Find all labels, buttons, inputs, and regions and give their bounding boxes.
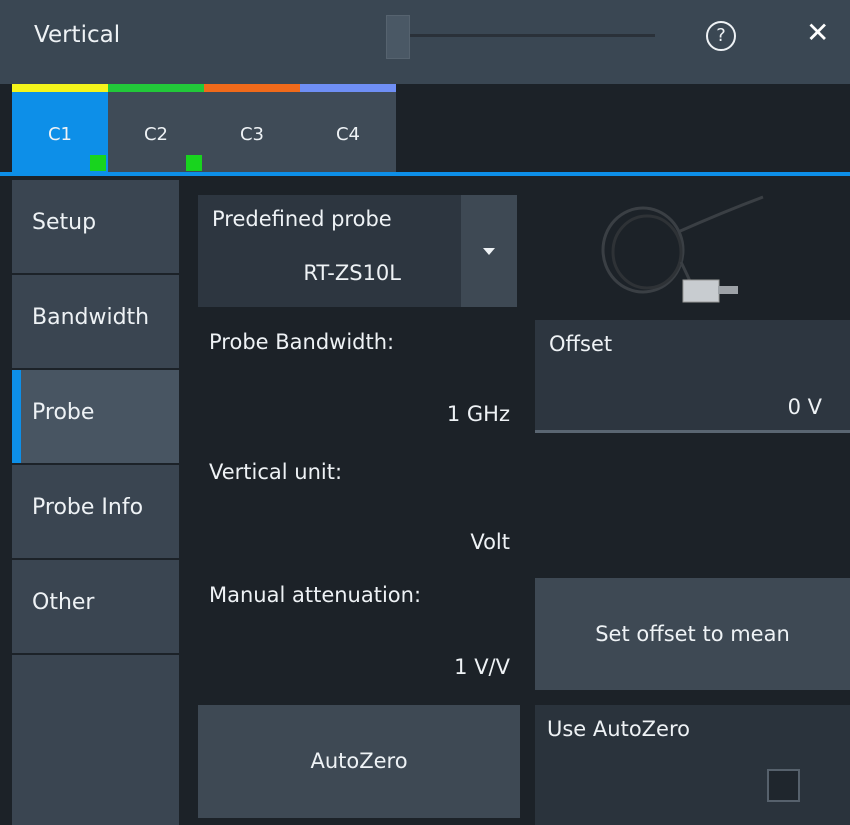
tab-c4-color-strip [300, 84, 396, 92]
vertical-unit-value: Volt [470, 530, 510, 554]
sidebar-item-other[interactable]: Other [12, 560, 179, 653]
offset-label: Offset [549, 332, 613, 356]
use-autozero-checkbox[interactable] [767, 769, 800, 802]
tab-c2[interactable]: C2 [108, 84, 204, 173]
offset-value: 0 V [787, 395, 822, 419]
tab-c4[interactable]: C4 [300, 84, 396, 173]
vertical-unit-label: Vertical unit: [209, 460, 343, 484]
manual-attenuation-value: 1 V/V [454, 655, 510, 679]
tab-c2-color-strip [108, 84, 204, 92]
dropdown-arrow-icon [483, 248, 495, 255]
help-icon[interactable]: ? [706, 21, 736, 51]
autozero-button[interactable]: AutoZero [198, 705, 520, 818]
tab-c4-label: C4 [335, 124, 361, 145]
probe-panel: Predefined probe RT-ZS10L Probe Bandwidt… [183, 180, 850, 825]
tab-underline [0, 172, 850, 176]
vertical-dialog: Vertical ? ✕ C1 C2 C3 C4 Setup Bandwidth… [0, 0, 850, 825]
sidebar-item-label: Probe [32, 400, 95, 425]
use-autozero-label: Use AutoZero [547, 717, 690, 741]
use-autozero-panel: Use AutoZero [535, 705, 850, 825]
dialog-title: Vertical [34, 22, 121, 48]
predefined-probe-select[interactable]: Predefined probe RT-ZS10L [198, 195, 517, 307]
probe-cable-illustration [601, 195, 764, 303]
tab-c3[interactable]: C3 [204, 84, 300, 173]
manual-attenuation-label: Manual attenuation: [209, 583, 422, 607]
sidebar: Setup Bandwidth Probe Probe Info Other [0, 180, 180, 825]
tab-c2-active-indicator [186, 155, 202, 171]
sidebar-item-label: Other [32, 590, 95, 615]
probe-bandwidth-value: 1 GHz [446, 402, 510, 426]
sidebar-item-bandwidth[interactable]: Bandwidth [12, 275, 179, 368]
predefined-probe-dropdown-button[interactable] [461, 195, 517, 307]
sidebar-item-setup[interactable]: Setup [12, 180, 179, 273]
close-icon[interactable]: ✕ [806, 16, 829, 49]
tab-c2-label: C2 [143, 124, 169, 145]
predefined-probe-value: RT-ZS10L [303, 261, 401, 285]
tab-c1-active-indicator [90, 155, 106, 171]
probe-bandwidth-label: Probe Bandwidth: [209, 330, 395, 354]
probe-image [533, 192, 850, 312]
tab-c3-color-strip [204, 84, 300, 92]
predefined-probe-label: Predefined probe [212, 207, 392, 231]
sidebar-item-label: Bandwidth [32, 305, 150, 330]
offset-field[interactable]: Offset 0 V [535, 320, 850, 433]
sidebar-filler [12, 655, 179, 825]
tab-c1-label: C1 [47, 124, 73, 145]
tab-c1-color-strip [12, 84, 108, 92]
tab-c1[interactable]: C1 [12, 84, 108, 173]
set-offset-to-mean-button[interactable]: Set offset to mean [535, 578, 850, 690]
tab-c3-label: C3 [239, 124, 265, 145]
window-slider-track[interactable] [395, 34, 655, 37]
sidebar-item-label: Setup [32, 210, 97, 235]
title-bar: Vertical ? ✕ [0, 0, 850, 84]
window-slider-handle[interactable] [386, 15, 410, 59]
sidebar-item-probe[interactable]: Probe [12, 370, 179, 463]
sidebar-item-probe-info[interactable]: Probe Info [12, 465, 179, 558]
sidebar-item-label: Probe Info [32, 495, 144, 520]
